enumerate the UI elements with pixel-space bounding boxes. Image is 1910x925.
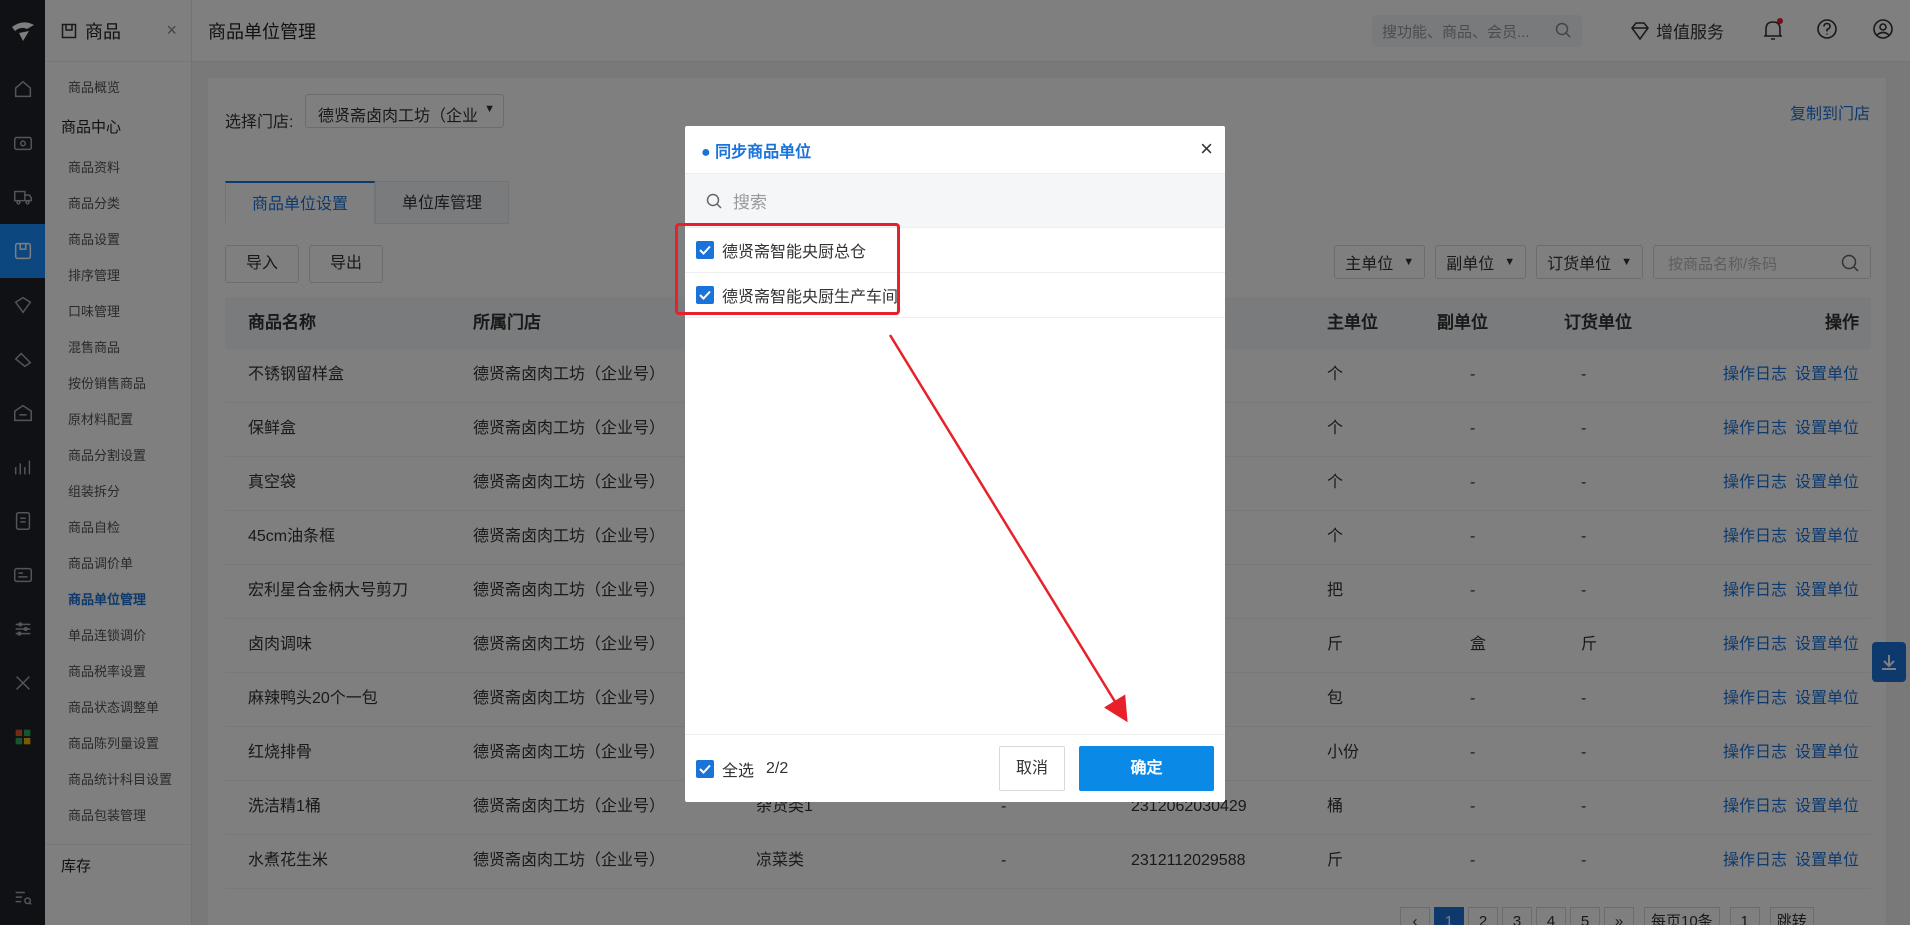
annotation-arrow (888, 334, 1128, 723)
